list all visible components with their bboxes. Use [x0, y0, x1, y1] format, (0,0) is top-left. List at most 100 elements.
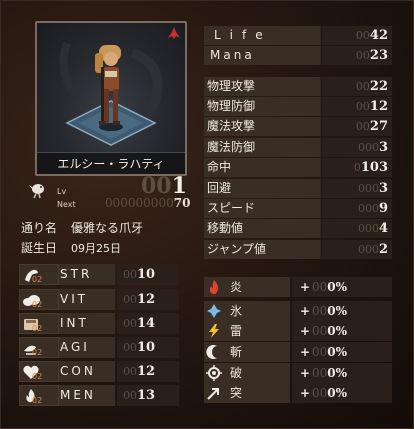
attribute-name: STR — [59, 264, 115, 285]
element-zeros: 00 — [312, 345, 328, 359]
combat-stat-value: 0012 — [322, 97, 392, 116]
attribute-level: 02 — [32, 300, 43, 309]
attribute-value: 0014 — [117, 313, 179, 334]
fire-icon — [209, 280, 218, 295]
element-value: +000% — [292, 277, 392, 297]
character-status-panel: エルシー・ラハティ Lv Next 001 00000000070 通り名 優雅… — [0, 0, 414, 429]
element-zeros: 00 — [312, 280, 328, 294]
combat-stat-row: ジャンプ値 0002 — [204, 240, 392, 259]
vital-value: 0042 — [322, 26, 392, 45]
combat-stat-label: 命中 — [204, 158, 320, 177]
element-sign: + — [300, 304, 311, 318]
attribute-badge: 02 — [19, 385, 59, 406]
element-name: 雷 — [230, 324, 243, 338]
attribute-badge: 02 — [19, 337, 59, 358]
combat-stat-row: 命中 0103 — [204, 158, 392, 177]
combat-stat-number: 4 — [378, 221, 388, 236]
attribute-number: 12 — [137, 364, 156, 379]
attribute-name: CON — [59, 361, 115, 382]
combat-stat-row: 魔法防御 0003 — [204, 138, 392, 157]
attribute-zeros: 00 — [123, 365, 137, 378]
attribute-value: 0010 — [117, 337, 179, 358]
element-sign: + — [300, 324, 311, 338]
element-label-box: 炎 — [204, 277, 290, 297]
combat-stat-value: 0004 — [322, 219, 392, 238]
attribute-name: MEN — [59, 385, 115, 406]
alias-value: 優雅なる爪牙 — [71, 221, 144, 235]
vital-label: Life — [204, 26, 320, 45]
combat-stat-zeros: 00 — [355, 120, 370, 133]
next-exp: 00000000070 — [105, 196, 190, 210]
element-label-box: 突 — [204, 383, 290, 403]
combat-stat-label: 魔法攻撃 — [204, 117, 320, 136]
element-name: 破 — [230, 366, 243, 380]
crescent-icon — [206, 345, 217, 359]
combat-stat-value: 0003 — [322, 179, 392, 198]
attribute-level: 02 — [32, 396, 43, 405]
combat-stat-value: 0022 — [322, 77, 392, 96]
combat-stat-zeros: 000 — [357, 141, 379, 154]
attribute-number: 13 — [137, 388, 156, 403]
element-sign: + — [300, 366, 311, 380]
element-amount: 000% — [312, 363, 347, 383]
combat-stat-value: 0003 — [322, 138, 392, 157]
element-value: +000% — [292, 342, 392, 362]
birthday-label: 誕生日 — [21, 241, 58, 255]
vital-number: 23 — [369, 48, 388, 63]
element-label-box: 斬 — [204, 342, 290, 362]
attribute-row-int: 02 INT 0014 — [19, 313, 179, 334]
attribute-zeros: 00 — [123, 341, 137, 354]
attribute-row-vit: 02 VIT 0012 — [19, 289, 179, 310]
attribute-zeros: 00 — [123, 268, 137, 281]
combat-stat-number: 9 — [378, 201, 388, 216]
combat-stat-label: 物理防御 — [204, 97, 320, 116]
combat-stat-number: 2 — [378, 242, 388, 257]
attribute-badge: 02 — [19, 264, 59, 285]
combat-stat-number: 3 — [378, 181, 388, 196]
attribute-level: 02 — [32, 372, 43, 381]
element-name: 突 — [230, 386, 243, 400]
attribute-number: 12 — [137, 292, 156, 307]
next-value: 70 — [173, 196, 191, 210]
element-zeros: 00 — [312, 386, 328, 400]
combat-stat-number: 12 — [369, 99, 388, 114]
combat-stat-label: 魔法防御 — [204, 138, 320, 157]
element-resist-row: 雷 +000% — [204, 321, 392, 341]
ice-icon — [207, 304, 221, 318]
combat-stat-row: 物理攻撃 0022 — [204, 77, 392, 96]
character-name: エルシー・ラハティ — [37, 152, 185, 174]
level-bird-icon — [29, 184, 44, 199]
vital-label: Mana — [204, 46, 320, 65]
attribute-row-str: 02 STR 0010 — [19, 264, 179, 285]
element-resist-row: 炎 +000% — [204, 277, 392, 297]
attribute-row-agi: 02 AGI 0010 — [19, 337, 179, 358]
combat-stat-label: ジャンプ値 — [204, 240, 320, 259]
element-sign: + — [300, 280, 311, 294]
combat-stat-label: 回避 — [204, 179, 320, 198]
combat-stat-row: 物理防御 0012 — [204, 97, 392, 116]
lv-label: Lv — [57, 187, 67, 196]
attribute-zeros: 00 — [123, 317, 137, 330]
element-value: +000% — [292, 321, 392, 341]
element-amount: 000% — [312, 383, 347, 403]
combat-stat-row: 魔法攻撃 0027 — [204, 117, 392, 136]
birthday-value: 09月25日 — [71, 242, 121, 255]
vital-zeros: 00 — [355, 29, 370, 42]
attribute-name: AGI — [59, 337, 115, 358]
element-sign: + — [300, 345, 311, 359]
element-zeros: 00 — [312, 366, 328, 380]
combat-stat-value: 0027 — [322, 117, 392, 136]
next-label: Next — [57, 200, 76, 209]
combat-stat-label: 物理攻撃 — [204, 77, 320, 96]
attribute-zeros: 00 — [123, 389, 137, 402]
combat-stat-number: 103 — [360, 160, 388, 175]
character-portrait[interactable]: エルシー・ラハティ — [35, 21, 187, 176]
element-label-box: 破 — [204, 363, 290, 383]
element-name: 炎 — [230, 280, 243, 294]
element-resist-row: 破 +000% — [204, 363, 392, 383]
attribute-number: 10 — [137, 267, 156, 282]
next-zeros: 000000000 — [105, 196, 174, 210]
combat-stat-row: 回避 0003 — [204, 179, 392, 198]
attribute-number: 10 — [137, 340, 156, 355]
attribute-badge: 02 — [19, 361, 59, 382]
